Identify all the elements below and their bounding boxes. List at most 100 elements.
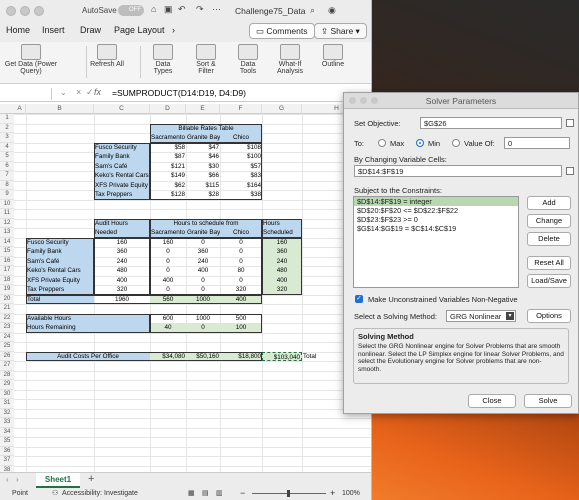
value-of-radio[interactable] (452, 139, 460, 147)
zoom-in-icon[interactable]: + (330, 488, 335, 498)
name-box[interactable] (2, 88, 52, 100)
next-sheet-icon[interactable]: › (16, 475, 19, 484)
changing-cells-input[interactable]: $D$14:$F$19 (354, 165, 562, 177)
load-save-button[interactable]: Load/Save (527, 274, 571, 288)
small-icons-group[interactable] (64, 42, 84, 82)
refresh-all-button[interactable]: Refresh All (90, 42, 124, 82)
accessibility-status[interactable]: Accessibility: Investigate (62, 490, 138, 497)
tab-insert[interactable]: Insert (42, 25, 65, 35)
page-layout-view-icon[interactable]: ▤ (202, 489, 209, 497)
column-header[interactable]: A (14, 104, 26, 114)
options-button[interactable]: Options (527, 309, 571, 323)
row-header[interactable]: 37 (0, 456, 14, 466)
dialog-minimize-dot[interactable] (360, 97, 367, 104)
change-button[interactable]: Change (527, 214, 571, 228)
data-types-button[interactable]: Data Types (146, 42, 180, 82)
constraint-item[interactable]: $D$23:$F$23 >= 0 (354, 215, 518, 224)
row-header[interactable]: 11 (0, 209, 14, 219)
redo-icon[interactable]: ↷ (196, 4, 204, 15)
check-icon[interactable]: ✓ (86, 87, 94, 98)
constraint-item[interactable]: $G$14:$G$19 = $C$14:$C$19 (354, 224, 518, 233)
range-select-icon[interactable] (566, 119, 574, 127)
row-header[interactable]: 3 (0, 133, 14, 143)
column-header[interactable]: B (26, 104, 94, 114)
what-if-button[interactable]: What-If Analysis (270, 42, 310, 82)
row-header[interactable]: 29 (0, 380, 14, 390)
constraint-item[interactable]: $D$14:$F$19 = integer (354, 197, 518, 206)
cancel-icon[interactable]: × (76, 87, 81, 97)
row-header[interactable]: 22 (0, 313, 14, 323)
row-header[interactable]: 16 (0, 256, 14, 266)
row-header[interactable]: 20 (0, 294, 14, 304)
reset-all-button[interactable]: Reset All (527, 256, 571, 270)
chevron-right-icon[interactable]: › (172, 25, 175, 35)
column-header[interactable]: F (220, 104, 262, 114)
delete-button[interactable]: Delete (527, 232, 571, 246)
row-header[interactable]: 5 (0, 152, 14, 162)
zoom-slider-thumb[interactable] (287, 490, 290, 497)
min-radio[interactable] (416, 139, 424, 147)
row-header[interactable]: 25 (0, 342, 14, 352)
undo-icon[interactable]: ↶ (178, 4, 186, 15)
row-header[interactable]: 32 (0, 408, 14, 418)
dialog-zoom-dot[interactable] (371, 97, 378, 104)
prev-sheet-icon[interactable]: ‹ (6, 475, 9, 484)
worksheet-grid[interactable]: ABCDEFGH 1 2 3 4 5 6 7 8 9 10 11 12 13 14 15 16 17 18 19 20… (0, 104, 371, 476)
row-header[interactable]: 27 (0, 361, 14, 371)
row-header[interactable]: 10 (0, 199, 14, 209)
share-button[interactable]: ⇪ Share ▾ (314, 23, 367, 39)
row-header[interactable]: 31 (0, 399, 14, 409)
sheet-tab-sheet1[interactable]: Sheet1 (36, 473, 80, 488)
column-header[interactable]: D (150, 104, 186, 114)
close-window-dot[interactable] (6, 6, 16, 16)
row-header[interactable]: 12 (0, 218, 14, 228)
formula-input[interactable]: =SUMPRODUCT(D14:D19, D4:D9) (112, 88, 246, 98)
tab-home[interactable]: Home (6, 25, 30, 35)
set-objective-input[interactable]: $G$26 (420, 117, 562, 129)
autosave-toggle[interactable]: OFF (118, 5, 144, 16)
zoom-out-icon[interactable]: − (240, 488, 245, 498)
sort-filter-button[interactable]: Sort & Filter (188, 42, 224, 82)
cell[interactable]: $103,040 (262, 351, 302, 361)
data-tools-button[interactable]: Data Tools (232, 42, 264, 82)
nonneg-checkbox[interactable]: ✓ (355, 295, 363, 303)
row-header[interactable]: 36 (0, 446, 14, 456)
row-header[interactable]: 4 (0, 142, 14, 152)
column-header[interactable]: G (262, 104, 302, 114)
row-header[interactable]: 6 (0, 161, 14, 171)
solve-button[interactable]: Solve (524, 394, 572, 408)
minimize-window-dot[interactable] (20, 6, 30, 16)
tab-page-layout[interactable]: Page Layout (114, 25, 165, 35)
constraints-list[interactable]: $D$14:$F$19 = integer $D$20:$F$20 <= $D$… (353, 196, 519, 288)
constraint-item[interactable]: $D$20:$F$20 <= $D$22:$F$22 (354, 206, 518, 215)
range-select-icon[interactable] (566, 167, 574, 175)
row-header[interactable]: 21 (0, 304, 14, 314)
comments-button[interactable]: ▭ Comments (249, 23, 315, 39)
row-header[interactable]: 23 (0, 323, 14, 333)
row-header[interactable]: 30 (0, 389, 14, 399)
outline-button[interactable]: Outline (318, 42, 348, 82)
row-header[interactable]: 18 (0, 275, 14, 285)
normal-view-icon[interactable]: ▦ (188, 489, 195, 497)
column-header[interactable]: E (186, 104, 220, 114)
row-header[interactable]: 9 (0, 190, 14, 200)
row-header[interactable]: 34 (0, 427, 14, 437)
get-data-button[interactable]: Get Data (Power Query) (2, 42, 60, 82)
row-header[interactable]: 8 (0, 180, 14, 190)
fx-icon[interactable]: fx (94, 87, 101, 97)
row-header[interactable]: 28 (0, 370, 14, 380)
row-header[interactable]: 17 (0, 266, 14, 276)
row-header[interactable]: 13 (0, 228, 14, 238)
page-break-view-icon[interactable]: ▥ (216, 489, 223, 497)
row-header[interactable]: 15 (0, 247, 14, 257)
row-header[interactable]: 2 (0, 123, 14, 133)
home-icon[interactable]: ⌂ (151, 4, 156, 14)
more-icon[interactable]: ··· (212, 4, 221, 14)
chevron-down-icon[interactable]: ⌄ (60, 88, 67, 97)
dialog-close-dot[interactable] (349, 97, 356, 104)
max-radio[interactable] (378, 139, 386, 147)
row-header[interactable]: 35 (0, 437, 14, 447)
zoom-window-dot[interactable] (34, 6, 44, 16)
row-header[interactable]: 26 (0, 351, 14, 361)
close-button[interactable]: Close (468, 394, 516, 408)
